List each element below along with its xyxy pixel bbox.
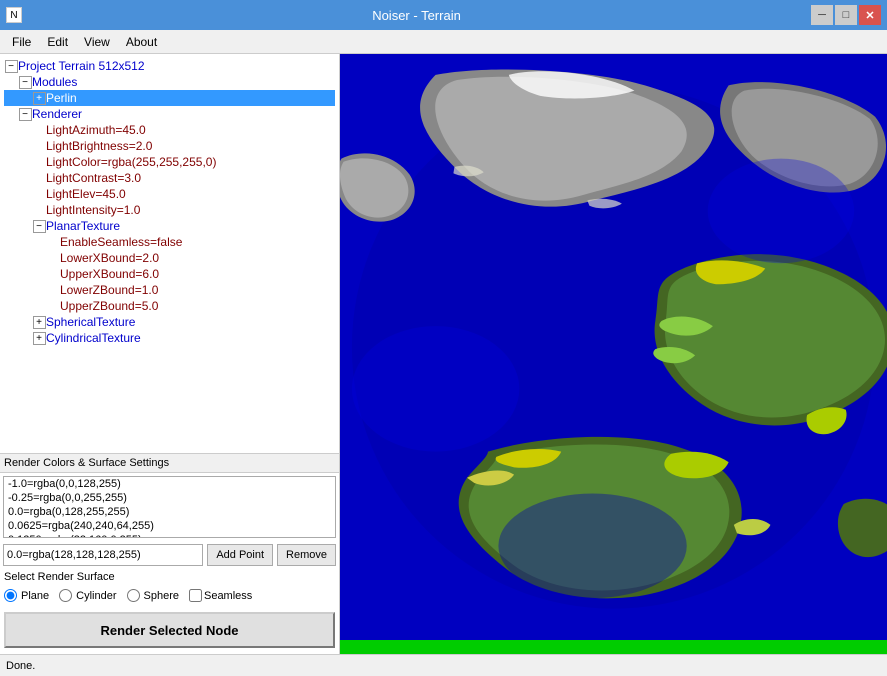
tree-item[interactable]: PlanarTexture (4, 218, 335, 234)
tree-label: SphericalTexture (46, 315, 135, 329)
minimize-button[interactable]: ─ (811, 5, 833, 25)
tree-label: Project Terrain 512x512 (18, 59, 145, 73)
color-settings-label: Render Colors & Surface Settings (0, 454, 339, 473)
tree-expander[interactable] (46, 299, 60, 313)
tree-label: CylindricalTexture (46, 331, 141, 345)
title-bar: N Noiser - Terrain ─ □ ✕ (0, 0, 887, 30)
left-panel: Project Terrain 512x512 Modules Perlin Rend… (0, 54, 340, 654)
progress-bar-area (340, 640, 887, 654)
menu-file[interactable]: File (4, 33, 39, 51)
tree-expander[interactable] (32, 139, 46, 153)
tree-item[interactable]: LowerXBound=2.0 (4, 250, 335, 266)
tree-expander[interactable] (4, 59, 18, 73)
menu-bar: File Edit View About (0, 30, 887, 54)
terrain-canvas (340, 54, 887, 640)
color-edit-row: Add Point Remove (0, 541, 339, 569)
main-layout: Project Terrain 512x512 Modules Perlin Rend… (0, 54, 887, 654)
tree-expander[interactable] (32, 203, 46, 217)
tree-label: Perlin (46, 91, 77, 105)
render-selected-node-button[interactable]: Render Selected Node (4, 612, 335, 648)
tree-item[interactable]: Renderer (4, 106, 335, 122)
tree-expander[interactable] (32, 331, 46, 345)
tree-item[interactable]: CylindricalTexture (4, 330, 335, 346)
tree-expander[interactable] (18, 75, 32, 89)
tree-expander[interactable] (46, 283, 60, 297)
tree-expander[interactable] (32, 123, 46, 137)
tree-item[interactable]: LightContrast=3.0 (4, 170, 335, 186)
menu-about[interactable]: About (118, 33, 165, 51)
tree-expander[interactable] (32, 171, 46, 185)
tree-label: LightBrightness=2.0 (46, 139, 152, 153)
tree-item[interactable]: UpperZBound=5.0 (4, 298, 335, 314)
color-list-item[interactable]: 0.0625=rgba(240,240,64,255) (4, 519, 335, 533)
tree-label: LightAzimuth=45.0 (46, 123, 146, 137)
tree-item[interactable]: LightBrightness=2.0 (4, 138, 335, 154)
tree-item[interactable]: UpperXBound=6.0 (4, 266, 335, 282)
tree-expander[interactable] (18, 107, 32, 121)
tree-item[interactable]: LightColor=rgba(255,255,255,0) (4, 154, 335, 170)
color-list-item[interactable]: 0.0=rgba(0,128,255,255) (4, 505, 335, 519)
maximize-button[interactable]: □ (835, 5, 857, 25)
tree-expander[interactable] (46, 235, 60, 249)
status-text: Done. (6, 660, 35, 672)
surface-label: Select Render Surface (0, 569, 339, 585)
color-list-item[interactable]: -1.0=rgba(0,0,128,255) (4, 477, 335, 491)
tree-label: UpperZBound=5.0 (60, 299, 158, 313)
color-edit-input[interactable] (3, 544, 203, 566)
cylinder-radio[interactable] (59, 589, 72, 602)
seamless-checkbox[interactable] (189, 589, 202, 602)
tree-expander[interactable] (32, 315, 46, 329)
tree-item[interactable]: Perlin (4, 90, 335, 106)
tree-label: LightElev=45.0 (46, 187, 126, 201)
color-list-item[interactable]: 0.1250=rgba(32,160,0,255) (4, 533, 335, 538)
tree-item[interactable]: LightElev=45.0 (4, 186, 335, 202)
tree-expander[interactable] (32, 155, 46, 169)
tree-area[interactable]: Project Terrain 512x512 Modules Perlin Rend… (0, 54, 339, 454)
tree-label: PlanarTexture (46, 219, 120, 233)
tree-label: LowerXBound=2.0 (60, 251, 159, 265)
tree-item[interactable]: Modules (4, 74, 335, 90)
sphere-radio[interactable] (127, 589, 140, 602)
right-panel (340, 54, 887, 654)
tree-item[interactable]: SphericalTexture (4, 314, 335, 330)
tree-expander[interactable] (32, 219, 46, 233)
app-icon: N (6, 7, 22, 23)
window-controls: ─ □ ✕ (811, 5, 881, 25)
tree-item[interactable]: LightAzimuth=45.0 (4, 122, 335, 138)
tree-expander[interactable] (46, 267, 60, 281)
tree-label: LightColor=rgba(255,255,255,0) (46, 155, 216, 169)
tree-expander[interactable] (32, 187, 46, 201)
color-list-item[interactable]: -0.25=rgba(0,0,255,255) (4, 491, 335, 505)
tree-item[interactable]: EnableSeamless=false (4, 234, 335, 250)
tree-expander[interactable] (46, 251, 60, 265)
tree-label: LightContrast=3.0 (46, 171, 141, 185)
tree-label: LowerZBound=1.0 (60, 283, 158, 297)
cylinder-option[interactable]: Cylinder (59, 589, 116, 602)
tree-label: Renderer (32, 107, 82, 121)
status-bar: Done. (0, 654, 887, 676)
surface-row: Plane Cylinder Sphere Seamless (0, 585, 339, 606)
tree-item[interactable]: LightIntensity=1.0 (4, 202, 335, 218)
tree-label: EnableSeamless=false (60, 235, 182, 249)
remove-button[interactable]: Remove (277, 544, 336, 566)
tree-item[interactable]: LowerZBound=1.0 (4, 282, 335, 298)
color-list[interactable]: -1.0=rgba(0,0,128,255)-0.25=rgba(0,0,255… (3, 476, 336, 538)
tree-label: Modules (32, 75, 77, 89)
tree-label: LightIntensity=1.0 (46, 203, 140, 217)
menu-edit[interactable]: Edit (39, 33, 76, 51)
terrain-image (340, 54, 887, 640)
plane-radio[interactable] (4, 589, 17, 602)
add-point-button[interactable]: Add Point (207, 544, 273, 566)
close-button[interactable]: ✕ (859, 5, 881, 25)
tree-expander[interactable] (32, 91, 46, 105)
sphere-option[interactable]: Sphere (127, 589, 179, 602)
tree-item[interactable]: Project Terrain 512x512 (4, 58, 335, 74)
render-btn-area: Render Selected Node (0, 606, 339, 654)
plane-option[interactable]: Plane (4, 589, 49, 602)
seamless-option[interactable]: Seamless (189, 589, 252, 602)
progress-bar (340, 640, 887, 654)
menu-view[interactable]: View (76, 33, 118, 51)
tree-label: UpperXBound=6.0 (60, 267, 159, 281)
window-title: Noiser - Terrain (22, 8, 811, 23)
